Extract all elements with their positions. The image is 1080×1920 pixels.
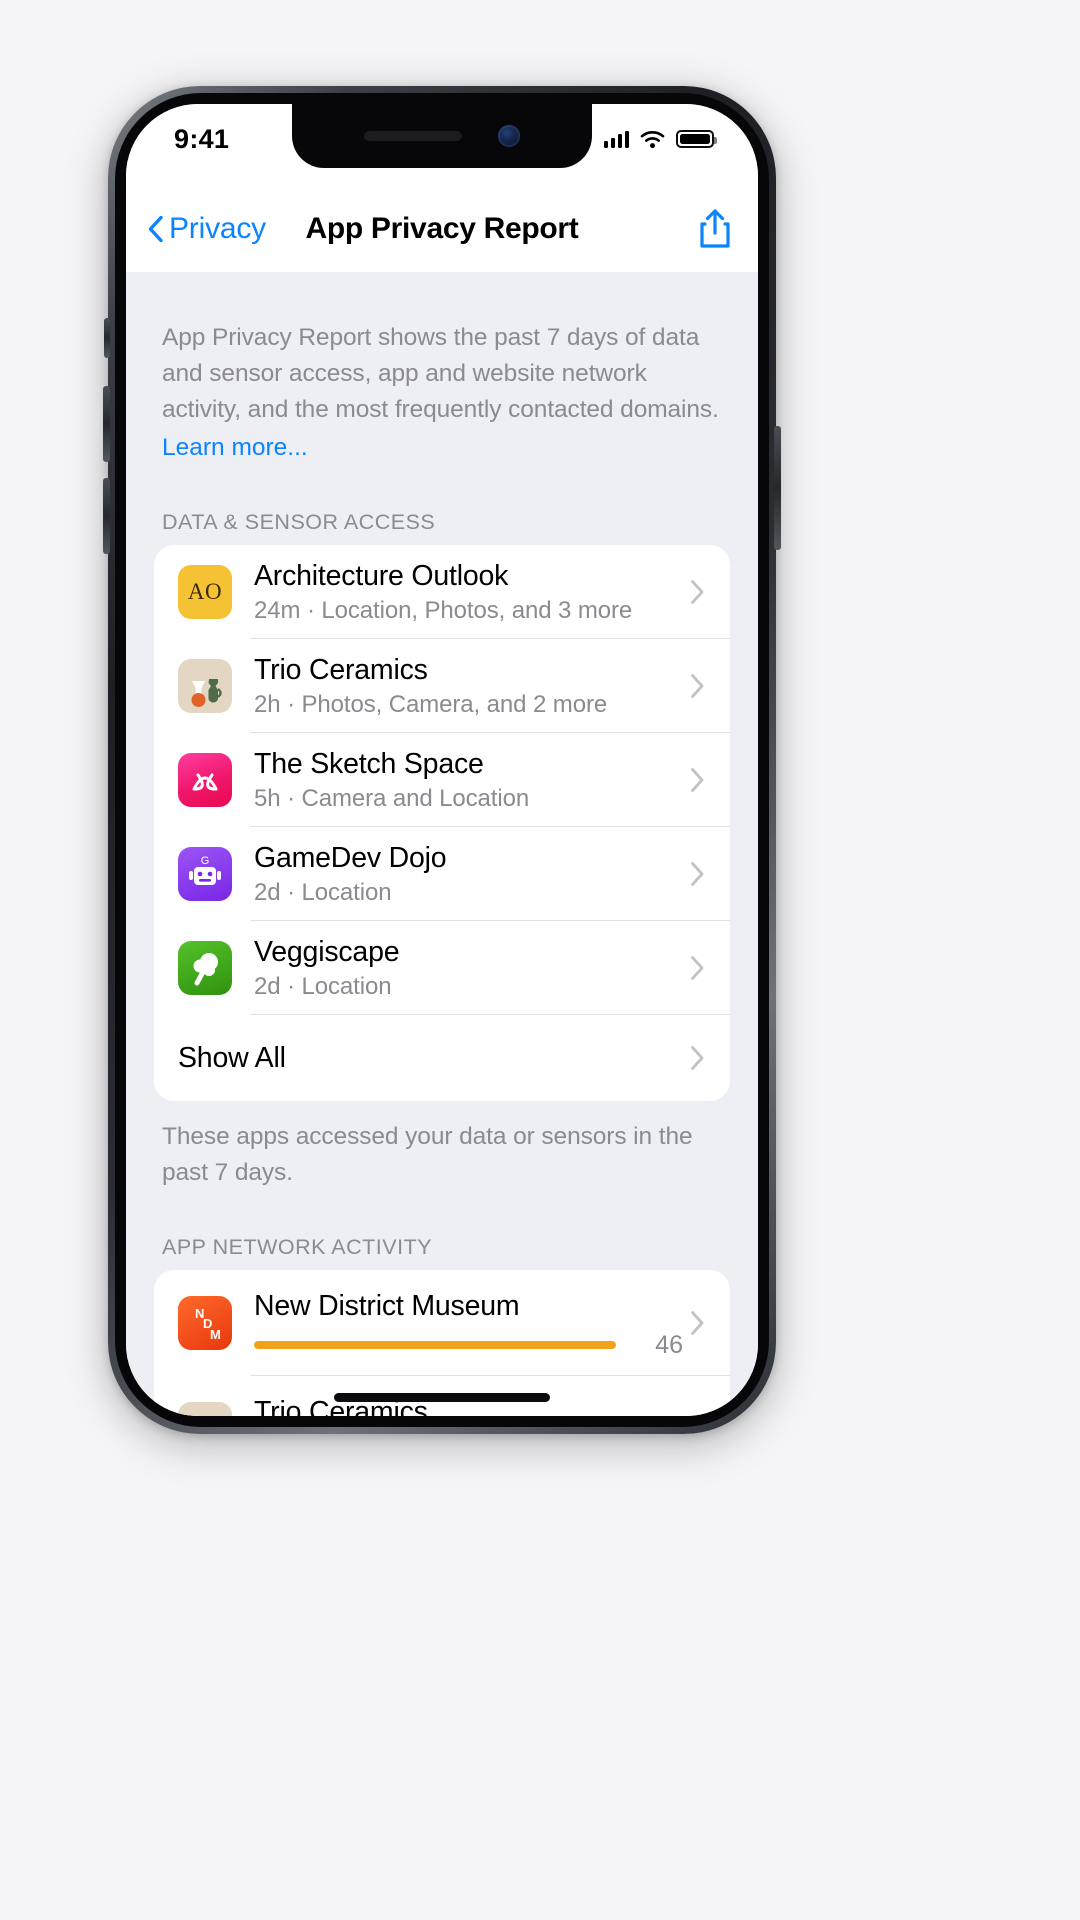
data-sensor-row[interactable]: Trio Ceramics 2h · Photos, Camera, and 2 …: [154, 639, 730, 733]
app-name: GameDev Dojo: [254, 841, 447, 874]
chevron-right-icon: [691, 1311, 730, 1335]
front-camera-icon: [498, 125, 520, 147]
network-bar-track: [254, 1341, 643, 1349]
wifi-icon: [640, 130, 665, 148]
app-access-detail: 5h · Camera and Location: [254, 784, 530, 812]
chevron-left-icon: [148, 216, 163, 242]
app-name: Architecture Outlook: [254, 559, 509, 592]
app-access-detail: 2h · Photos, Camera, and 2 more: [254, 690, 608, 718]
data-sensor-access-card: AO Architecture Outlook 24m · Location, Ph…: [154, 545, 730, 1101]
network-row-body: New District Museum 46: [232, 1287, 691, 1360]
back-button-privacy[interactable]: Privacy: [148, 212, 266, 246]
status-bar-clock: 9:41: [174, 123, 230, 154]
iphone-device-frame: Privacy App Privacy Report 9:41 App Priv…: [103, 86, 781, 1434]
volume-up-button[interactable]: [103, 386, 110, 462]
battery-full-icon: [676, 130, 717, 148]
data-sensor-row[interactable]: The Sketch Space 5h · Camera and Location: [154, 733, 730, 827]
app-name: New District Museum: [254, 1289, 520, 1322]
intro-block: App Privacy Report shows the past 7 days…: [126, 308, 758, 466]
data-sensor-footer-note: These apps accessed your data or sensors…: [162, 1123, 693, 1186]
app-access-detail: 24m · Location, Photos, and 3 more: [254, 596, 633, 624]
share-button[interactable]: [698, 208, 732, 250]
trio-ceramics-app-icon: [178, 659, 232, 713]
section-header-app-network-activity: APP NETWORK ACTIVITY: [162, 1235, 433, 1259]
the-sketch-space-app-icon: [178, 753, 232, 807]
row-body: Veggiscape 2d · Location: [232, 934, 691, 1003]
cellular-signal-icon: [603, 130, 629, 148]
show-all-button[interactable]: Show All: [154, 1015, 730, 1101]
chevron-right-icon: [691, 580, 730, 604]
section-header-data-sensor-access: DATA & SENSOR ACCESS: [162, 510, 436, 534]
row-body: Architecture Outlook 24m · Location, Phot…: [232, 558, 691, 627]
data-sensor-row[interactable]: Veggiscape 2d · Location: [154, 921, 730, 1015]
network-activity-row[interactable]: N D M New District Museum 46: [154, 1270, 730, 1376]
home-indicator[interactable]: [334, 1393, 550, 1402]
row-body: Trio Ceramics 2h · Photos, Camera, and 2 …: [232, 652, 691, 721]
chevron-right-icon: [691, 674, 730, 698]
gamedev-dojo-app-icon: G: [178, 847, 232, 901]
status-bar-icons: [603, 130, 717, 149]
app-name: The Sketch Space: [254, 747, 484, 780]
settings-scroll-content[interactable]: App Privacy Report shows the past 7 days…: [126, 272, 758, 1416]
network-bar-fill: [254, 1341, 616, 1349]
power-button[interactable]: [774, 426, 781, 550]
chevron-right-icon: [691, 768, 730, 792]
share-icon: [700, 209, 730, 248]
show-all-label: Show All: [178, 1041, 286, 1074]
row-body: GameDev Dojo 2d · Location: [232, 840, 691, 909]
svg-text:M: M: [210, 1327, 221, 1342]
volume-down-button[interactable]: [103, 478, 110, 554]
earpiece-speaker: [364, 131, 462, 141]
display-notch: [292, 104, 592, 168]
trio-ceramics-app-icon: [178, 1402, 232, 1416]
network-contact-count: 46: [655, 1330, 683, 1359]
back-button-label: Privacy: [169, 212, 266, 245]
app-access-detail: 2d · Location: [254, 878, 392, 906]
row-body: The Sketch Space 5h · Camera and Location: [232, 746, 691, 815]
silent-switch[interactable]: [104, 318, 110, 358]
chevron-right-icon: [691, 1046, 730, 1070]
data-sensor-row[interactable]: G GameDev Dojo 2d · Location: [154, 827, 730, 921]
network-activity-meter: 46: [254, 1331, 683, 1360]
learn-more-link[interactable]: Learn more...: [162, 430, 308, 466]
phone-screen: Privacy App Privacy Report 9:41 App Priv…: [126, 104, 758, 1416]
chevron-right-icon: [691, 862, 730, 886]
data-sensor-row[interactable]: AO Architecture Outlook 24m · Location, Ph…: [154, 545, 730, 639]
app-name: Veggiscape: [254, 935, 400, 968]
app-name: Trio Ceramics: [254, 653, 428, 686]
architecture-outlook-app-icon: AO: [178, 565, 232, 619]
veggiscape-app-icon: [178, 941, 232, 995]
svg-text:G: G: [201, 855, 210, 867]
new-district-museum-app-icon: NDM: [178, 1296, 232, 1350]
chevron-right-icon: [691, 956, 730, 980]
navigation-row: Privacy App Privacy Report: [126, 200, 758, 258]
app-access-detail: 2d · Location: [254, 972, 392, 1000]
intro-description: App Privacy Report shows the past 7 days…: [162, 324, 719, 423]
